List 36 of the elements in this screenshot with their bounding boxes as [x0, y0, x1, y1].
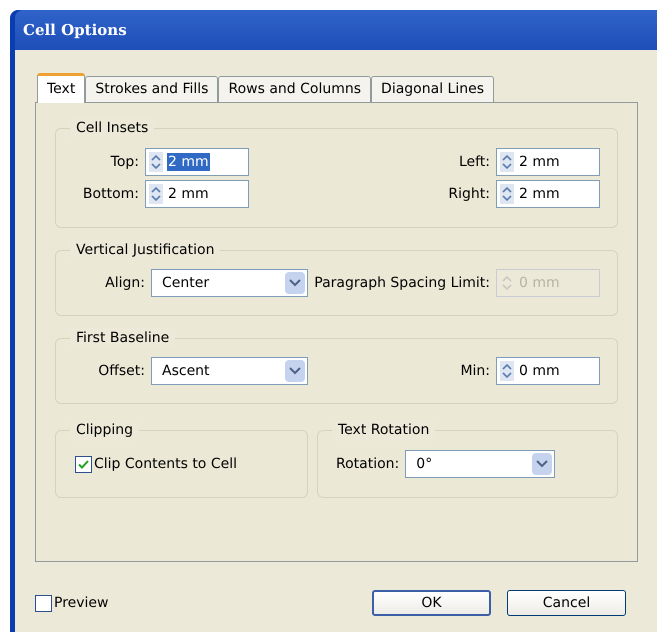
tab[interactable]: Diagonal Lines: [371, 76, 494, 102]
spin-field[interactable]: 2 mm: [496, 148, 600, 176]
tab[interactable]: Text: [37, 73, 86, 103]
checkbox[interactable]: [35, 594, 52, 612]
spinner-icon[interactable]: [500, 184, 514, 204]
field-label: Paragraph Spacing Limit:: [314, 274, 490, 292]
field-label: Bottom:: [82, 184, 139, 204]
dropdown[interactable]: Ascent: [151, 357, 308, 385]
spin-field[interactable]: 2 mm: [145, 180, 249, 208]
field-label: Top:: [110, 152, 139, 172]
chevron-down-icon: [532, 453, 552, 475]
spinner-icon[interactable]: [500, 361, 514, 381]
spinner-icon[interactable]: [500, 152, 514, 172]
tab[interactable]: Strokes and Fills: [85, 76, 218, 102]
checkbox[interactable]: [75, 456, 92, 472]
field-label: Left:: [458, 152, 490, 172]
field-label: Min:: [460, 362, 490, 380]
chevron-down-icon: [285, 272, 305, 294]
field-label: Rotation:: [336, 454, 400, 474]
spinner-icon[interactable]: [149, 184, 163, 204]
spin-field[interactable]: 0 mm: [496, 357, 600, 385]
field-label: Align:: [104, 274, 145, 292]
dialog-button[interactable]: Cancel: [507, 590, 626, 616]
field-label: Offset:: [97, 362, 145, 380]
chevron-down-icon: [285, 360, 305, 382]
spin-field[interactable]: 2 mm: [496, 180, 600, 208]
spin-field[interactable]: 2 mm: [145, 148, 249, 176]
field-label: Right:: [448, 184, 490, 204]
dialog-button[interactable]: OK: [372, 590, 491, 616]
dropdown[interactable]: Center: [151, 269, 308, 297]
spinner-icon[interactable]: [149, 152, 163, 172]
dropdown[interactable]: 0°: [405, 450, 556, 478]
checkbox-label: Preview: [54, 594, 108, 612]
window-title: Cell Options: [23, 20, 127, 41]
checkbox-label: Clip Contents to Cell: [94, 454, 237, 474]
tab[interactable]: Rows and Columns: [218, 76, 372, 102]
